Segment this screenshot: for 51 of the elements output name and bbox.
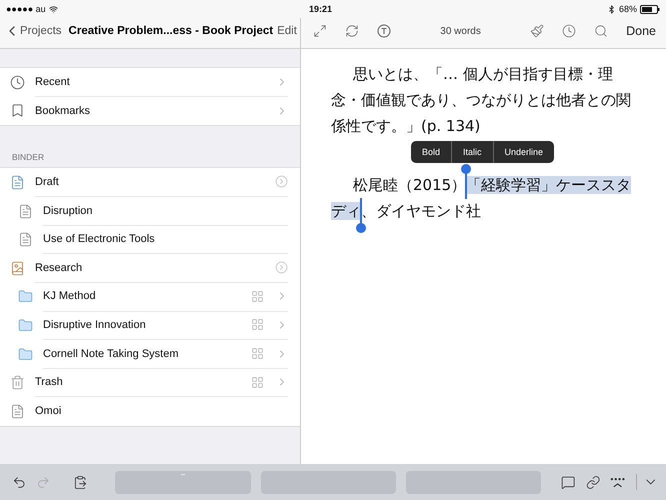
item-label: Bookmarks <box>35 104 92 117</box>
item-label: Use of Electronic Tools <box>43 233 156 246</box>
item-label: Omoi <box>35 405 62 418</box>
item-label: Recent <box>35 76 71 88</box>
document-icon <box>10 174 25 190</box>
text-paragraph: 思いとは、「… 個人が目指す目標・理念・価値観であり、つながりとは他者との関係性です。」(p. 134) <box>331 64 632 137</box>
paste-icon[interactable] <box>72 474 88 490</box>
link-icon[interactable] <box>586 474 600 490</box>
document-icon <box>18 204 33 219</box>
item-label: Disruption <box>43 204 94 217</box>
document-icon <box>18 232 33 248</box>
folder-icon <box>18 346 33 362</box>
item-label: KJ Method <box>43 290 97 302</box>
bluetooth-icon <box>606 4 616 14</box>
back-button[interactable]: Projects <box>4 23 62 39</box>
carrier-label: ●●●●● au <box>6 4 46 14</box>
text-circle-icon[interactable] <box>377 24 391 38</box>
selection-handle[interactable] <box>356 198 366 234</box>
battery-percent: 68% <box>618 4 637 14</box>
battery-icon <box>640 4 660 14</box>
project-title: Creative Problem...ess - Book Project <box>68 25 274 37</box>
expand-icon[interactable] <box>313 24 327 38</box>
clock-time: 19:21 <box>308 4 332 14</box>
picture-book-icon <box>10 260 25 276</box>
wifi-icon <box>48 4 58 14</box>
brush-icon[interactable] <box>530 24 544 38</box>
item-label: Cornell Note Taking System <box>43 348 180 360</box>
section-header: BINDER <box>11 151 46 164</box>
menu-item[interactable]: Italic <box>451 141 493 163</box>
hide-keyboard-icon[interactable] <box>636 474 658 490</box>
clock-icon[interactable] <box>562 24 576 38</box>
edit-button[interactable]: Edit <box>277 25 297 37</box>
menu-item[interactable]: Bold <box>411 141 452 163</box>
comment-icon[interactable] <box>561 474 576 490</box>
sync-icon[interactable] <box>345 24 359 38</box>
document-icon <box>10 404 25 419</box>
folder-icon <box>18 318 33 333</box>
item-label: Trash <box>35 376 64 388</box>
undo-icon[interactable] <box>12 474 26 490</box>
clock-icon <box>10 74 25 90</box>
item-label: Disruptive Innovation <box>43 318 147 331</box>
bookmark-icon <box>10 103 25 118</box>
item-label: Research <box>35 262 84 274</box>
search-icon[interactable] <box>594 24 608 38</box>
folder-icon <box>18 289 33 304</box>
menu-item[interactable]: Underline <box>492 141 554 163</box>
selection-handle[interactable] <box>461 164 472 199</box>
item-label: Draft <box>35 176 60 188</box>
trash-icon <box>10 375 25 390</box>
word-count: 30 words <box>439 26 482 36</box>
done-button[interactable]: Done <box>626 24 656 38</box>
